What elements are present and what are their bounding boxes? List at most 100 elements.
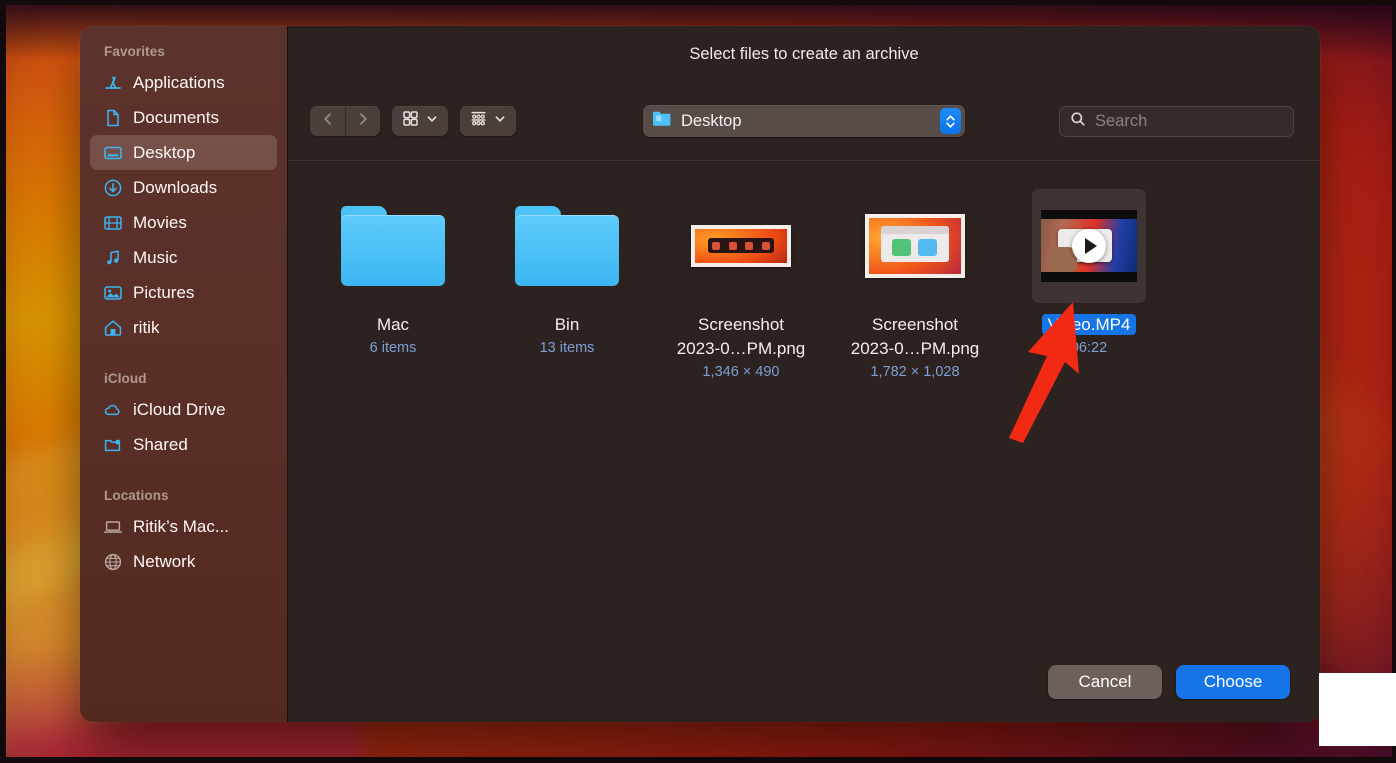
path-popup-button[interactable]: Desktop [643, 105, 965, 137]
desktop-background: Favorites Applications Documents Desktop [0, 0, 1396, 763]
play-icon [1072, 229, 1106, 263]
file-item-mac[interactable]: Mac 6 items [306, 183, 480, 383]
search-field[interactable] [1059, 105, 1315, 137]
file-name-selected: Video.MP4 [1041, 314, 1137, 335]
file-picker-dialog: Favorites Applications Documents Desktop [80, 26, 1320, 722]
folder-icon [515, 206, 619, 286]
stepper-updown-icon[interactable] [940, 108, 961, 134]
file-item-bin[interactable]: Bin 13 items [480, 183, 654, 383]
file-name: Screenshot 2023-0…PM.png [851, 313, 980, 361]
sidebar-item-label: Shared [133, 434, 188, 454]
view-options-button[interactable] [392, 106, 448, 136]
document-icon [102, 107, 123, 128]
sidebar-item-downloads[interactable]: Downloads [90, 170, 277, 205]
page-title: Select files to create an archive [689, 44, 919, 63]
applications-icon [102, 72, 123, 93]
group-by-icon [470, 110, 487, 132]
file-name: Mac [376, 315, 410, 334]
sidebar-item-ritik[interactable]: ritik [90, 310, 277, 345]
image-thumbnail [691, 225, 791, 267]
grid-view-icon [402, 110, 419, 132]
forward-button[interactable] [345, 106, 380, 136]
file-item-screenshot-1[interactable]: Screenshot 2023-0…PM.png 1,346 × 490 [654, 183, 828, 383]
file-meta: 1,782 × 1,028 [870, 364, 960, 380]
chevron-down-icon [426, 112, 438, 130]
desktop-icon [102, 142, 123, 163]
shared-folder-icon [102, 434, 123, 455]
sidebar-item-ritiks-mac[interactable]: Ritik’s Mac... [90, 509, 277, 544]
file-name: Bin [554, 315, 580, 334]
sidebar-item-label: Pictures [133, 282, 195, 302]
sidebar-item-label: ritik [133, 317, 160, 337]
sidebar: Favorites Applications Documents Desktop [80, 26, 287, 722]
file-item-screenshot-2[interactable]: Screenshot 2023-0…PM.png 1,782 × 1,028 [828, 183, 1002, 383]
laptop-icon [102, 516, 123, 537]
sidebar-section-favorites: Favorites [104, 44, 165, 59]
sidebar-item-label: Downloads [133, 177, 218, 197]
choose-button[interactable]: Choose [1176, 665, 1290, 699]
path-popup-label: Desktop [681, 111, 742, 130]
screen-bezel [0, 0, 6, 763]
sidebar-item-label: Network [133, 551, 196, 571]
sidebar-item-documents[interactable]: Documents [90, 100, 277, 135]
chevron-right-icon [356, 112, 370, 131]
file-name: Video.MP4 [1041, 313, 1137, 337]
navigation-buttons [310, 106, 380, 136]
thumbnail [510, 189, 624, 303]
sidebar-item-label: iCloud Drive [133, 399, 226, 419]
sidebar-item-desktop[interactable]: Desktop [90, 135, 277, 170]
file-meta: 13 items [539, 340, 595, 356]
cancel-button[interactable]: Cancel [1048, 665, 1162, 699]
cloud-icon [102, 399, 123, 420]
sidebar-item-applications[interactable]: Applications [90, 65, 277, 100]
search-icon [1070, 111, 1086, 132]
dialog-actions: Cancel Choose [288, 648, 1320, 722]
sidebar-item-label: Applications [133, 72, 225, 92]
file-name-line1: Screenshot [698, 315, 784, 334]
sidebar-item-label: Movies [133, 212, 187, 232]
thumbnail [684, 189, 798, 303]
image-thumbnail [865, 214, 965, 278]
sidebar-item-label: Desktop [133, 142, 196, 162]
home-icon [102, 317, 123, 338]
sidebar-item-label: Documents [133, 107, 219, 127]
music-icon [102, 247, 123, 268]
sidebar-item-movies[interactable]: Movies [90, 205, 277, 240]
back-button[interactable] [310, 106, 345, 136]
chevron-left-icon [321, 112, 335, 131]
sidebar-item-icloud-drive[interactable]: iCloud Drive [90, 392, 277, 427]
toolbar: Desktop [288, 82, 1320, 161]
screen-bezel [0, 0, 1396, 5]
file-name-line2: 2023-0…PM.png [850, 339, 980, 358]
sidebar-section-icloud: iCloud [104, 371, 147, 386]
sidebar-item-music[interactable]: Music [90, 240, 277, 275]
sidebar-item-label: Music [133, 247, 178, 267]
search-input[interactable] [1095, 111, 1315, 131]
screen-bezel [0, 757, 1396, 763]
chevron-down-icon [494, 112, 506, 130]
file-grid: Mac 6 items Bin 13 items Screenshot 2023… [288, 161, 1320, 648]
folder-icon [652, 110, 672, 132]
file-name-line2: 2023-0…PM.png [676, 339, 806, 358]
thumbnail [858, 189, 972, 303]
thumbnail [336, 189, 450, 303]
pictures-icon [102, 282, 123, 303]
file-name-line1: Screenshot [872, 315, 958, 334]
sidebar-item-network[interactable]: Network [90, 544, 277, 579]
sidebar-item-shared[interactable]: Shared [90, 427, 277, 462]
sidebar-item-pictures[interactable]: Pictures [90, 275, 277, 310]
folder-icon [341, 206, 445, 286]
white-overlay-box [1319, 673, 1396, 746]
file-name: Screenshot 2023-0…PM.png [677, 313, 806, 361]
dialog-main: Select files to create an archive Deskto… [287, 26, 1320, 722]
thumbnail [1032, 189, 1146, 303]
group-by-button[interactable] [460, 106, 516, 136]
globe-icon [102, 551, 123, 572]
sidebar-item-label: Ritik’s Mac... [133, 516, 230, 536]
file-meta: 6 items [369, 340, 417, 356]
sidebar-section-locations: Locations [104, 488, 169, 503]
file-item-video[interactable]: Video.MP4 06:22 [1002, 183, 1176, 383]
file-meta: 1,346 × 490 [702, 364, 780, 380]
download-icon [102, 177, 123, 198]
movies-icon [102, 212, 123, 233]
